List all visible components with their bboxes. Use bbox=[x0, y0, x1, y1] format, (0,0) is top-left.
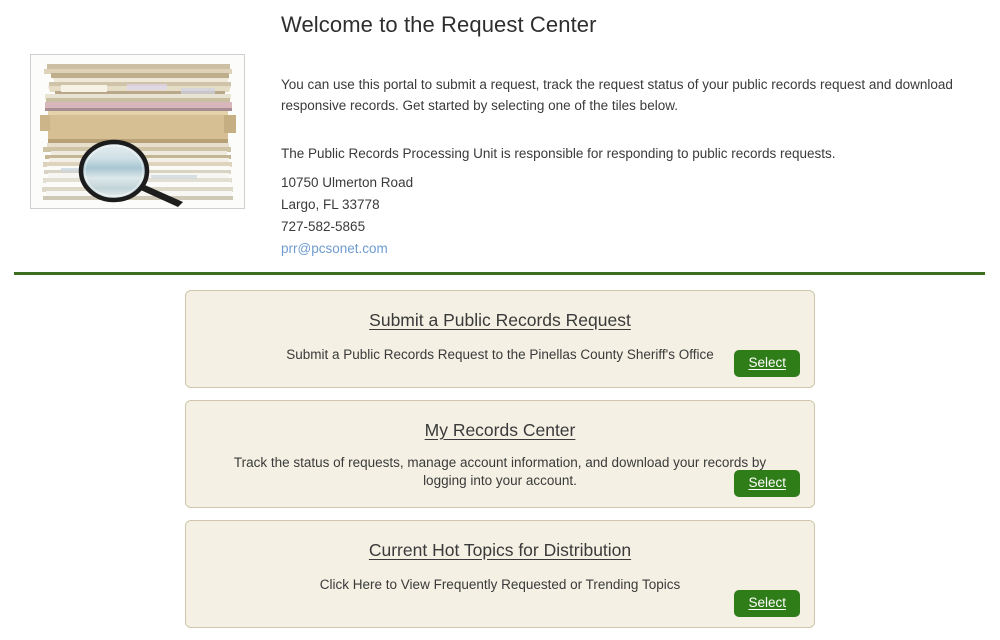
header-area: Welcome to the Request Center You can us… bbox=[0, 0, 1000, 275]
intro-paragraph-1: You can use this portal to submit a requ… bbox=[281, 77, 953, 114]
tile-title[interactable]: Submit a Public Records Request bbox=[200, 309, 800, 332]
tile-title[interactable]: Current Hot Topics for Distribution bbox=[200, 539, 800, 562]
intro-block: Welcome to the Request Center You can us… bbox=[281, 12, 980, 260]
tile-description: Click Here to View Frequently Requested … bbox=[319, 576, 681, 592]
tile-title[interactable]: My Records Center bbox=[200, 419, 800, 442]
page-title: Welcome to the Request Center bbox=[281, 12, 597, 37]
select-button[interactable]: Select bbox=[734, 470, 800, 497]
hero-photo-graphic bbox=[31, 55, 244, 208]
address-line-2: Largo, FL 33778 bbox=[281, 197, 380, 213]
stack-of-files-with-magnifying-glass-photo bbox=[30, 54, 245, 209]
tile-description: Submit a Public Records Request to the P… bbox=[286, 346, 714, 362]
tile-description: Track the status of requests, manage acc… bbox=[233, 454, 767, 488]
tile-submit-a-public-records-request[interactable]: Submit a Public Records Request Submit a… bbox=[185, 290, 815, 388]
phone-number: 727-582-5865 bbox=[281, 219, 366, 235]
contact-email-link[interactable]: prr@pcsonet.com bbox=[281, 241, 388, 256]
intro-paragraph-2: The Public Records Processing Unit is re… bbox=[281, 146, 836, 162]
section-divider bbox=[14, 272, 985, 275]
tile-current-hot-topics-for-distribution[interactable]: Current Hot Topics for Distribution Clic… bbox=[185, 520, 815, 628]
select-button[interactable]: Select bbox=[734, 350, 800, 377]
address-line-1: 10750 Ulmerton Road bbox=[281, 175, 414, 191]
tile-list: Submit a Public Records Request Submit a… bbox=[0, 290, 1000, 640]
tile-my-records-center[interactable]: My Records Center Track the status of re… bbox=[185, 400, 815, 508]
select-button[interactable]: Select bbox=[734, 590, 800, 617]
